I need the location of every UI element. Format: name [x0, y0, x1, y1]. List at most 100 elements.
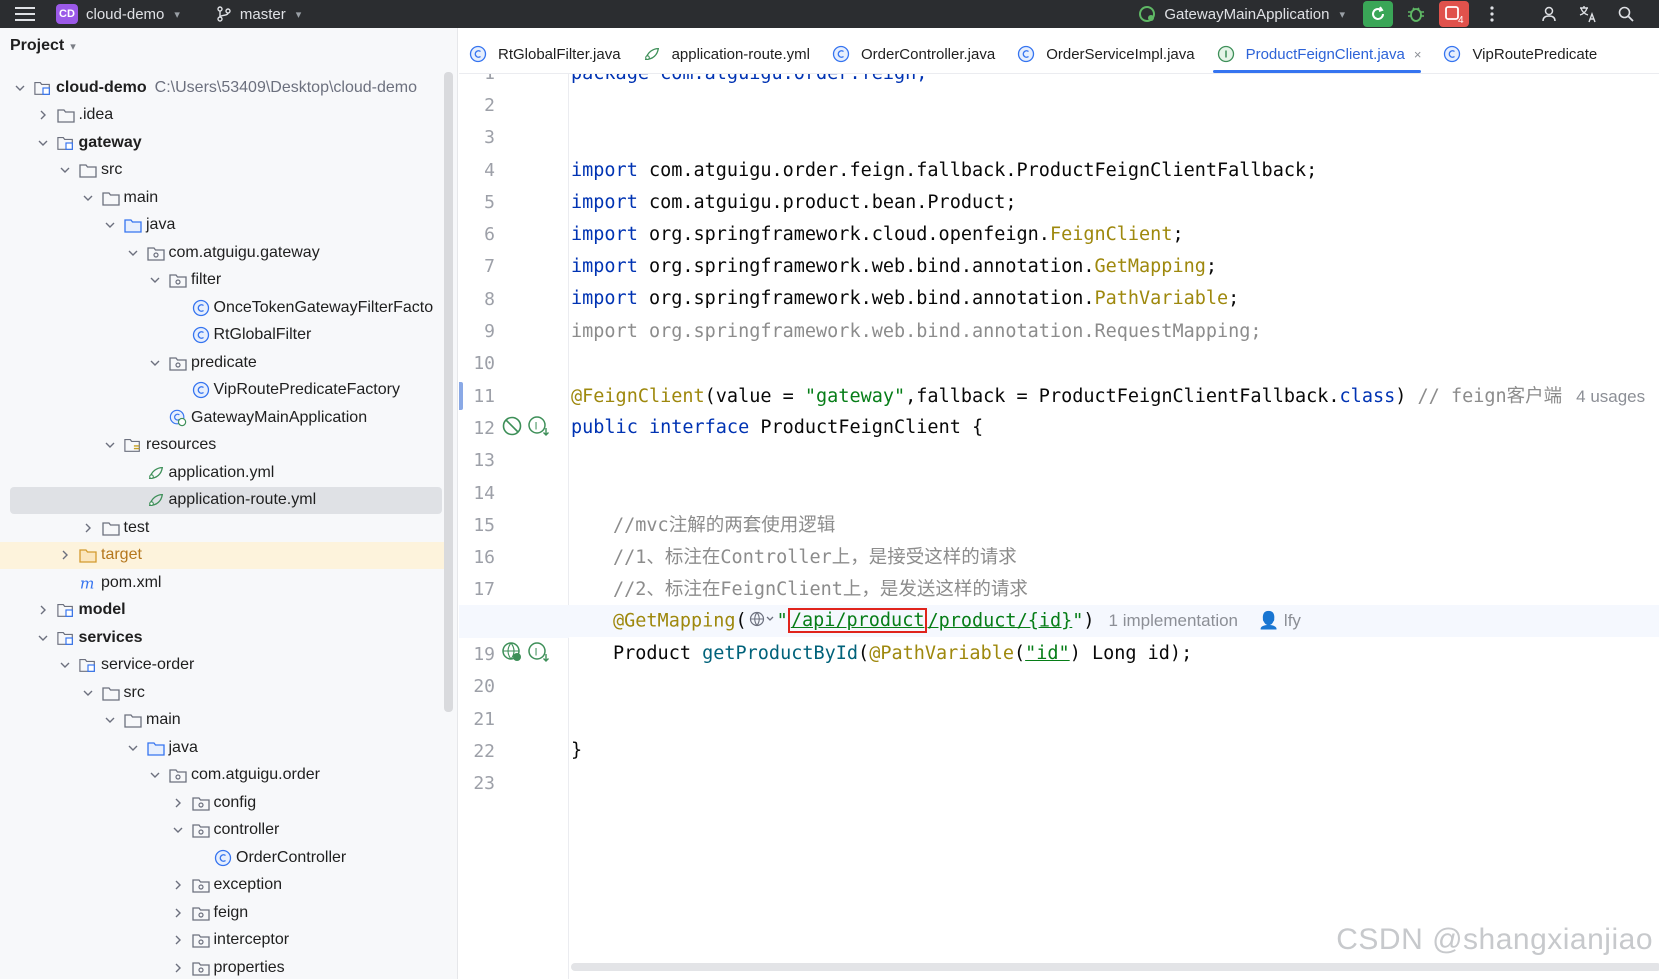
- code-line-5[interactable]: import com.atguigu.product.bean.Product;: [459, 186, 1659, 218]
- chevron-right-icon[interactable]: [80, 520, 96, 536]
- tab-viproutepredicate[interactable]: VipRoutePredicate: [1433, 35, 1609, 73]
- chevron-down-icon[interactable]: [125, 245, 141, 261]
- code-line-16[interactable]: //1、标注在Controller上，是接受这样的请求: [459, 540, 1659, 572]
- code-line-19[interactable]: Product getProductById(@PathVariable("id…: [459, 637, 1659, 669]
- chevron-down-icon[interactable]: [125, 740, 141, 756]
- chevron-down-icon[interactable]: [80, 685, 96, 701]
- implementation-hint[interactable]: 1 implementation: [1109, 611, 1238, 630]
- run-config-selector[interactable]: GatewayMainApplication ▾: [1138, 5, 1345, 23]
- chevron-down-icon[interactable]: [147, 355, 163, 371]
- code-line-7[interactable]: import org.springframework.web.bind.anno…: [459, 250, 1659, 282]
- author-hint[interactable]: 👤 lfy: [1258, 611, 1301, 630]
- account-button[interactable]: [1535, 0, 1565, 28]
- implemented-icon[interactable]: I: [527, 641, 551, 663]
- code-line-11[interactable]: @FeignClient(value = "gateway",fallback …: [459, 379, 1659, 411]
- tab-productfeignclient-java[interactable]: ProductFeignClient.java ×: [1207, 35, 1434, 73]
- code-line-12[interactable]: public interface ProductFeignClient {: [459, 411, 1659, 443]
- tree-node-application-yml[interactable]: application.yml: [0, 459, 445, 487]
- code-line-18[interactable]: @GetMapping("/api/product/product/{id}")…: [459, 605, 1659, 638]
- chevron-right-icon[interactable]: [170, 960, 186, 976]
- usages-hint[interactable]: 4 usages: [1576, 387, 1645, 406]
- chevron-down-icon[interactable]: [170, 822, 186, 838]
- more-actions-button[interactable]: [1477, 0, 1507, 28]
- tab-orderserviceimpl-java[interactable]: OrderServiceImpl.java: [1007, 35, 1206, 73]
- tree-node-exception[interactable]: exception: [0, 872, 445, 900]
- implemented-icon[interactable]: I: [527, 415, 551, 437]
- tree-node-interceptor[interactable]: interceptor: [0, 927, 445, 955]
- stop-button[interactable]: 4: [1439, 1, 1469, 27]
- code-line-22[interactable]: }: [459, 734, 1659, 766]
- tree-node-services[interactable]: services: [0, 624, 445, 652]
- tree-node-feign[interactable]: feign: [0, 899, 445, 927]
- tree-node-rtglobalfilter[interactable]: RtGlobalFilter: [0, 322, 445, 350]
- vcs-branch-switcher[interactable]: master ▾: [216, 6, 301, 23]
- project-switcher[interactable]: CD cloud-demo ▾: [56, 4, 180, 24]
- tree-node-service-order[interactable]: service-order: [0, 652, 445, 680]
- translate-button[interactable]: [1573, 0, 1603, 28]
- tree-node-src[interactable]: src: [0, 679, 445, 707]
- url-globe-icon[interactable]: [749, 610, 775, 633]
- tree-node-cloud-demo[interactable]: cloud-demo C:\Users\53409\Desktop\cloud-d…: [0, 74, 445, 102]
- project-view-selector[interactable]: Project ▾: [0, 28, 457, 64]
- chevron-right-icon[interactable]: [170, 795, 186, 811]
- chevron-down-icon[interactable]: [57, 162, 73, 178]
- tree-node-properties[interactable]: properties: [0, 954, 445, 979]
- tab-application-route-yml[interactable]: application-route.yml: [633, 35, 822, 73]
- tree-node-controller[interactable]: controller: [0, 817, 445, 845]
- chevron-right-icon[interactable]: [57, 547, 73, 563]
- tree-node-ordercontroller[interactable]: OrderController: [0, 844, 445, 872]
- chevron-right-icon[interactable]: [170, 932, 186, 948]
- search-everywhere-button[interactable]: [1611, 0, 1641, 28]
- tree-node-java[interactable]: java: [0, 212, 445, 240]
- tree-node-application-route-yml[interactable]: application-route.yml: [10, 486, 442, 514]
- chevron-right-icon[interactable]: [35, 107, 51, 123]
- code-line-15[interactable]: //mvc注解的两套使用逻辑: [459, 508, 1659, 540]
- chevron-down-icon[interactable]: [102, 217, 118, 233]
- tree-node-gateway[interactable]: gateway: [0, 129, 445, 157]
- tree-node-src[interactable]: src: [0, 157, 445, 185]
- code-line-9[interactable]: import org.springframework.web.bind.anno…: [459, 315, 1659, 347]
- code-line-8[interactable]: import org.springframework.web.bind.anno…: [459, 282, 1659, 314]
- tree-node-test[interactable]: test: [0, 514, 445, 542]
- main-menu-button[interactable]: [0, 0, 50, 28]
- tree-node-target[interactable]: target: [0, 541, 445, 569]
- tree-node--idea[interactable]: .idea: [0, 102, 445, 130]
- tab-ordercontroller-java[interactable]: OrderController.java: [822, 35, 1007, 73]
- chevron-down-icon[interactable]: [35, 630, 51, 646]
- tree-vertical-scrollbar[interactable]: [444, 72, 453, 712]
- chevron-down-icon[interactable]: [80, 190, 96, 206]
- tree-node-java[interactable]: java: [0, 734, 445, 762]
- chevron-right-icon[interactable]: [170, 905, 186, 921]
- code-line-17[interactable]: //2、标注在FeignClient上，是发送这样的请求: [459, 572, 1659, 604]
- code-line-1[interactable]: package com.atguigu.order.feign;: [459, 74, 1659, 89]
- chevron-down-icon[interactable]: [147, 272, 163, 288]
- tree-node-predicate[interactable]: predicate: [0, 349, 445, 377]
- tree-node-com-atguigu-gateway[interactable]: com.atguigu.gateway: [0, 239, 445, 267]
- no-feign-icon[interactable]: [501, 415, 523, 437]
- globe-endpoint-icon[interactable]: [501, 641, 523, 663]
- tree-node-pom-xml[interactable]: m pom.xml: [0, 569, 445, 597]
- tree-node-gatewaymainapplication[interactable]: GatewayMainApplication: [0, 404, 445, 432]
- tab-rtglobalfilter-java[interactable]: RtGlobalFilter.java: [459, 35, 633, 73]
- chevron-down-icon[interactable]: [57, 657, 73, 673]
- tree-node-resources[interactable]: resources: [0, 432, 445, 460]
- editor-horizontal-scrollbar[interactable]: [571, 963, 1659, 971]
- debug-button[interactable]: [1401, 0, 1431, 28]
- code-line-4[interactable]: import com.atguigu.order.feign.fallback.…: [459, 154, 1659, 186]
- tree-node-com-atguigu-order[interactable]: com.atguigu.order: [0, 762, 445, 790]
- chevron-down-icon[interactable]: [12, 80, 28, 96]
- code-editor[interactable]: 1234567891011121314151617181920212223 pa…: [459, 74, 1659, 979]
- chevron-down-icon[interactable]: [147, 767, 163, 783]
- chevron-down-icon[interactable]: [35, 135, 51, 151]
- tree-node-viproutepredicatefactory[interactable]: VipRoutePredicateFactory: [0, 377, 445, 405]
- tree-node-filter[interactable]: filter: [0, 267, 445, 295]
- chevron-right-icon[interactable]: [170, 877, 186, 893]
- chevron-right-icon[interactable]: [35, 602, 51, 618]
- tree-node-main[interactable]: main: [0, 184, 445, 212]
- chevron-down-icon[interactable]: [102, 712, 118, 728]
- tree-node-config[interactable]: config: [0, 789, 445, 817]
- tree-node-main[interactable]: main: [0, 707, 445, 735]
- rerun-button[interactable]: [1363, 1, 1393, 27]
- tree-node-oncetokengatewayfilterfacto[interactable]: OnceTokenGatewayFilterFacto: [0, 294, 445, 322]
- code-line-6[interactable]: import org.springframework.cloud.openfei…: [459, 218, 1659, 250]
